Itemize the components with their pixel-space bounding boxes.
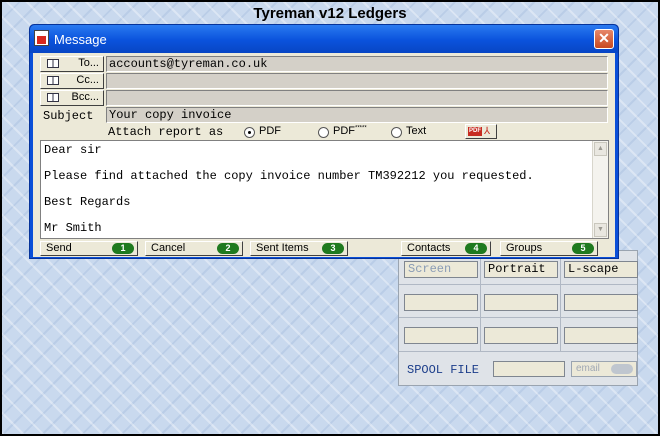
- vertical-scrollbar[interactable]: ▲ ▼: [592, 141, 608, 238]
- sent-items-button-label: Sent Items: [256, 242, 309, 254]
- spool-file-label: SPOOL FILE: [407, 363, 480, 377]
- scroll-up-icon[interactable]: ▲: [594, 142, 607, 156]
- attach-text-label: Text: [406, 125, 427, 137]
- close-button[interactable]: ✕: [594, 29, 614, 49]
- send-button[interactable]: Send 1: [40, 241, 138, 256]
- option-cell[interactable]: [484, 294, 558, 311]
- shortcut-badge: 5: [572, 243, 594, 254]
- dialog-body: To... accounts@tyreman.co.uk Cc... Bcc..…: [33, 53, 615, 257]
- pdf-preview-button[interactable]: PDF ⅄: [465, 124, 497, 139]
- shortcut-badge: 2: [217, 243, 239, 254]
- bcc-button-label: Bcc...: [71, 91, 99, 103]
- attach-pdf-label: PDF: [259, 125, 281, 137]
- cc-field[interactable]: [106, 73, 608, 89]
- attach-pdf-alt-radio[interactable]: [318, 127, 329, 138]
- option-cell[interactable]: [564, 294, 638, 311]
- subject-field[interactable]: Your copy invoice: [106, 107, 608, 123]
- to-field[interactable]: accounts@tyreman.co.uk: [106, 56, 608, 72]
- app-icon: [34, 30, 49, 46]
- grid-line: [480, 251, 481, 351]
- groups-button[interactable]: Groups 5: [500, 241, 598, 256]
- option-cell[interactable]: [564, 327, 638, 344]
- subject-label: Subject: [43, 109, 94, 123]
- desktop-frame: Tyreman v12 Ledgers Screen Portrait L-sc…: [0, 0, 660, 436]
- address-book-icon: [47, 76, 59, 85]
- to-button-label: To...: [78, 57, 99, 69]
- attach-text-radio[interactable]: [391, 127, 402, 138]
- shortcut-badge: 3: [322, 243, 344, 254]
- grid-line: [399, 351, 637, 352]
- grid-line: [560, 251, 561, 351]
- contacts-button-label: Contacts: [407, 242, 451, 254]
- shortcut-badge: 4: [465, 243, 487, 254]
- body-line: Please find attached the copy invoice nu…: [44, 169, 534, 183]
- body-line: Best Regards: [44, 195, 131, 209]
- app-title: Tyreman v12 Ledgers: [253, 5, 407, 22]
- cancel-button[interactable]: Cancel 2: [145, 241, 243, 256]
- portrait-option[interactable]: Portrait: [484, 261, 558, 278]
- shortcut-badge: 1: [112, 243, 134, 254]
- option-cell[interactable]: [404, 294, 478, 311]
- landscape-option[interactable]: L-scape: [564, 261, 638, 278]
- cc-button[interactable]: Cc...: [40, 73, 104, 89]
- body-line: Mr Smith: [44, 221, 102, 235]
- address-book-icon: [47, 59, 59, 68]
- body-line: Dear sir: [44, 143, 102, 157]
- cancel-button-label: Cancel: [151, 242, 186, 254]
- spool-file-input[interactable]: [493, 361, 565, 377]
- grid-line: [399, 317, 637, 318]
- message-dialog: Message ✕ To... accounts@tyreman.co.uk C…: [29, 24, 619, 259]
- email-button-label: email: [576, 363, 600, 374]
- sent-items-button[interactable]: Sent Items 3: [250, 241, 348, 256]
- attach-pdf-radio[interactable]: [244, 127, 255, 138]
- cc-button-label: Cc...: [76, 74, 99, 86]
- email-icon: [611, 364, 633, 374]
- dialog-title: Message: [54, 32, 107, 47]
- scroll-down-icon[interactable]: ▼: [594, 223, 607, 237]
- option-cell[interactable]: [404, 327, 478, 344]
- attach-label: Attach report as: [108, 125, 224, 139]
- contacts-button[interactable]: Contacts 4: [401, 241, 491, 256]
- grid-line: [399, 284, 637, 285]
- email-button[interactable]: email: [571, 361, 637, 377]
- address-book-icon: [47, 93, 59, 102]
- bcc-field[interactable]: [106, 90, 608, 106]
- to-button[interactable]: To...: [40, 56, 104, 72]
- screen-option[interactable]: Screen: [404, 261, 478, 278]
- dialog-titlebar[interactable]: Message ✕: [30, 25, 618, 53]
- print-options-panel: Screen Portrait L-scape SPOOL FILE email: [398, 250, 638, 386]
- bcc-button[interactable]: Bcc...: [40, 90, 104, 106]
- groups-button-label: Groups: [506, 242, 543, 254]
- acrobat-icon: ⅄: [484, 126, 491, 137]
- message-body[interactable]: Dear sir Please find attached the copy i…: [40, 140, 609, 239]
- send-button-label: Send: [46, 242, 72, 254]
- option-cell[interactable]: [484, 327, 558, 344]
- attach-pdf-alt-label: PDF*****: [333, 125, 367, 137]
- pdf-icon: PDF: [468, 127, 482, 136]
